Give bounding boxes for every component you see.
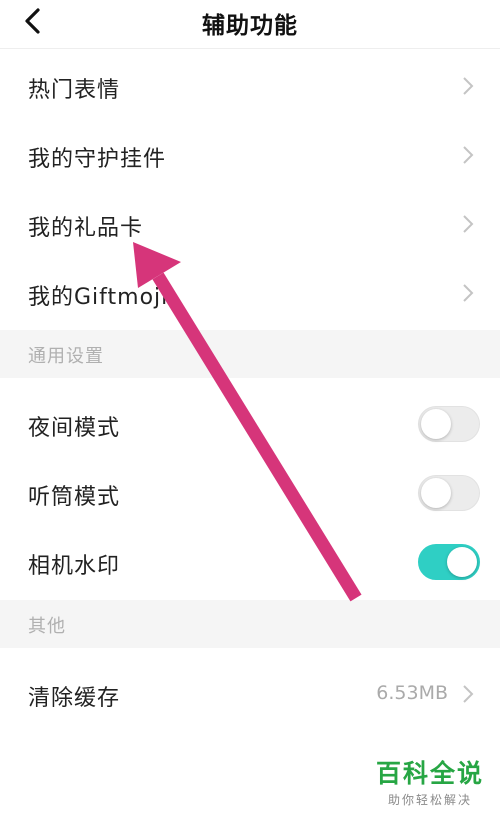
watermark-subtitle: 助你轻松解决 — [387, 793, 472, 807]
chevron-right-icon — [463, 146, 474, 164]
list-item-label: 热门表情 — [28, 78, 121, 103]
setting-row-earpiece-mode: 听筒模式 — [0, 459, 500, 527]
chevron-right-icon — [463, 284, 474, 302]
section-header-general: 通用设置 — [0, 330, 500, 378]
page-title: 辅助功能 — [202, 13, 298, 39]
toggle-knob — [447, 547, 477, 577]
watermark-logo: 百科全说 助你轻松解决 — [374, 754, 486, 808]
list-item-giftmoji[interactable]: 我的Giftmoji — [0, 259, 500, 327]
chevron-right-icon — [463, 685, 474, 703]
toggle-knob — [421, 409, 451, 439]
list-item-label: 我的礼品卡 — [28, 216, 144, 241]
earpiece-mode-toggle[interactable] — [418, 475, 480, 511]
list-item-popular-emoji[interactable]: 热门表情 — [0, 52, 500, 120]
list-item-clear-cache[interactable]: 清除缓存 6.53MB — [0, 660, 500, 728]
watermark-title: 百科全说 — [375, 759, 484, 788]
chevron-right-icon — [463, 77, 474, 95]
setting-label: 夜间模式 — [28, 416, 121, 441]
chevron-right-icon — [463, 215, 474, 233]
section-title: 其他 — [28, 616, 66, 637]
list-item-label: 清除缓存 — [28, 686, 121, 711]
toggle-knob — [421, 478, 451, 508]
list-item-label: 我的Giftmoji — [28, 285, 169, 310]
setting-row-night-mode: 夜间模式 — [0, 390, 500, 458]
section-title: 通用设置 — [28, 346, 104, 367]
setting-label: 听筒模式 — [28, 485, 121, 510]
camera-watermark-toggle[interactable] — [418, 544, 480, 580]
night-mode-toggle[interactable] — [418, 406, 480, 442]
cache-size-value: 6.53MB — [376, 682, 448, 704]
list-item-guardian-widget[interactable]: 我的守护挂件 — [0, 121, 500, 189]
list-item-label: 我的守护挂件 — [28, 147, 167, 172]
list-item-gift-card[interactable]: 我的礼品卡 — [0, 190, 500, 258]
section-header-other: 其他 — [0, 600, 500, 648]
setting-row-camera-watermark: 相机水印 — [0, 528, 500, 596]
nav-bar: 辅助功能 — [0, 0, 500, 49]
setting-label: 相机水印 — [28, 554, 121, 579]
